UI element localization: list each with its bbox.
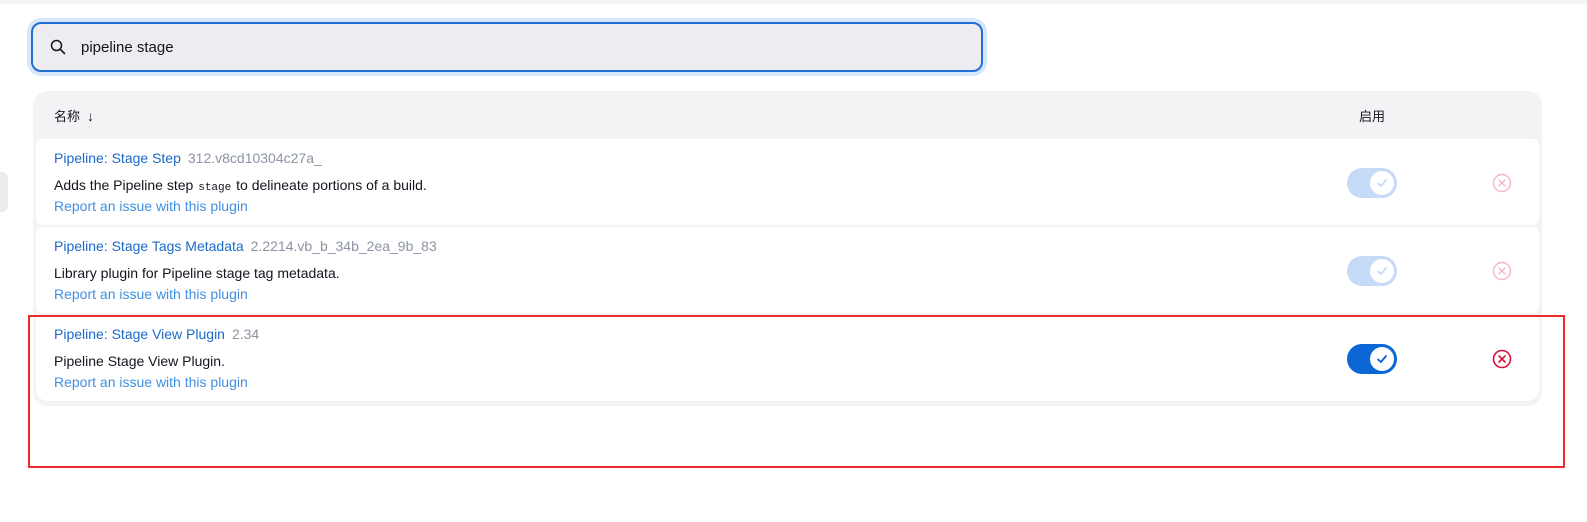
search-box[interactable] [31,22,983,72]
plugin-title: Pipeline: Stage Step 312.v8cd10304c27a_ [54,150,322,166]
description-text: to delineate portions of a build. [236,177,427,193]
table-header: 名称 ↓ 启用 [33,91,1542,137]
plugin-name-link[interactable]: Pipeline: Stage Tags Metadata [54,238,244,254]
uninstall-icon[interactable] [1492,261,1512,281]
top-strip [0,0,1587,4]
plugin-name-link[interactable]: Pipeline: Stage Step [54,150,181,166]
column-header-enabled: 启用 [1359,109,1386,124]
plugin-version: 2.2214.vb_b_34b_2ea_9b_83 [250,238,437,254]
report-issue-link[interactable]: Report an issue with this plugin [54,286,248,302]
description-code: stage [198,182,232,194]
search-icon [49,38,67,56]
enable-toggle[interactable] [1347,168,1397,198]
plugin-description: Adds the Pipeline step stage to delineat… [54,177,427,194]
column-header-name-label: 名称 [54,109,81,124]
search-focus-ring [27,18,987,76]
plugin-version: 312.v8cd10304c27a_ [187,150,322,166]
annotation-highlight-box [28,315,1565,468]
plugin-title: Pipeline: Stage Tags Metadata 2.2214.vb_b… [54,238,437,254]
table-row: Pipeline: Stage Tags Metadata 2.2214.vb_b… [36,227,1539,313]
column-header-name[interactable]: 名称 ↓ [54,106,94,125]
description-text: Adds the Pipeline step [54,177,194,193]
sidebar-edge-tab[interactable] [0,172,8,212]
report-issue-link[interactable]: Report an issue with this plugin [54,198,248,214]
uninstall-icon[interactable] [1492,173,1512,193]
search-input[interactable] [81,38,681,56]
table-row: Pipeline: Stage Step 312.v8cd10304c27a_ A… [36,139,1539,225]
check-icon [1370,171,1394,195]
sort-arrow-icon: ↓ [87,107,95,124]
check-icon [1370,259,1394,283]
enable-toggle[interactable] [1347,256,1397,286]
plugin-description: Library plugin for Pipeline stage tag me… [54,265,340,281]
